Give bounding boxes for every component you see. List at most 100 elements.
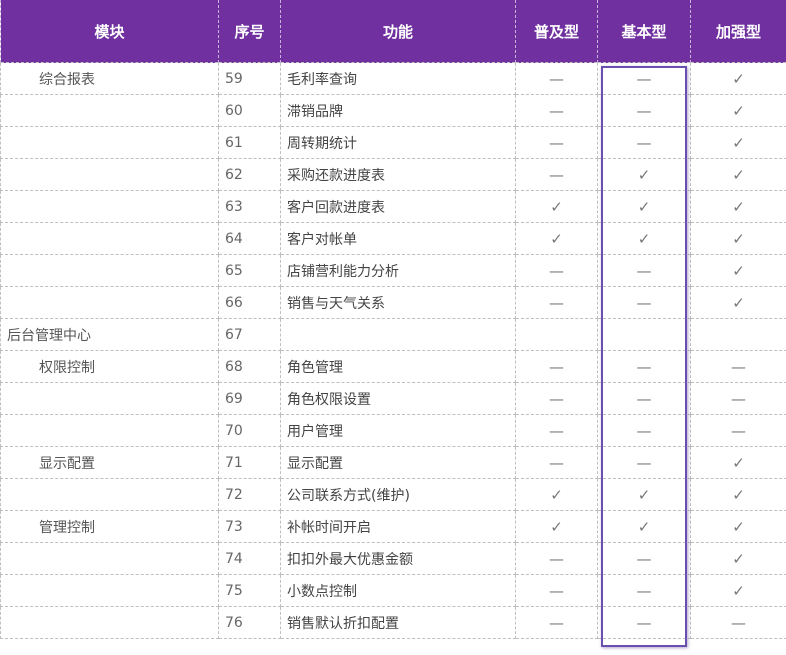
number-cell: 67 — [218, 318, 281, 351]
header-row: 模块 序号 功能 普及型 基本型 加强型 — [0, 0, 786, 63]
number-cell: 63 — [218, 190, 281, 223]
table-row: 66 销售与天气关系 — — ✓ — [0, 286, 786, 319]
function-cell: 扣扣外最大优惠金额 — [280, 542, 516, 575]
header-function: 功能 — [280, 0, 516, 63]
table-row: 76 销售默认折扣配置 — — — — [0, 606, 786, 639]
table-row: 70 用户管理 — — — — [0, 414, 786, 447]
number-cell: 61 — [218, 126, 281, 159]
module-cell — [0, 574, 219, 607]
popular-mark-cell: — — [515, 286, 598, 319]
table-row: 65 店铺营利能力分析 — — ✓ — [0, 254, 786, 287]
enhanced-mark-cell: — — [690, 382, 786, 415]
table-row: 权限控制 68 角色管理 — — — — [0, 350, 786, 383]
popular-mark-cell: — — [515, 382, 598, 415]
basic-mark-cell: ✓ — [597, 190, 691, 223]
basic-mark-cell: — — [597, 542, 691, 575]
table-row: 64 客户对帐单 ✓ ✓ ✓ — [0, 222, 786, 255]
module-cell — [0, 254, 219, 287]
popular-mark-cell: ✓ — [515, 222, 598, 255]
module-cell: 权限控制 — [0, 350, 219, 383]
number-cell: 62 — [218, 158, 281, 191]
number-cell: 68 — [218, 350, 281, 383]
enhanced-mark-cell: — — [690, 414, 786, 447]
enhanced-mark-cell: ✓ — [690, 158, 786, 191]
module-cell: 显示配置 — [0, 446, 219, 479]
basic-mark-cell: — — [597, 62, 691, 95]
basic-mark-cell: — — [597, 446, 691, 479]
module-cell — [0, 126, 219, 159]
basic-mark-cell: — — [597, 126, 691, 159]
basic-mark-cell: — — [597, 254, 691, 287]
function-cell: 公司联系方式(维护) — [280, 478, 516, 511]
function-cell: 显示配置 — [280, 446, 516, 479]
popular-mark-cell: — — [515, 542, 598, 575]
basic-mark-cell — [597, 318, 691, 351]
number-cell: 59 — [218, 62, 281, 95]
table-row: 后台管理中心 67 — [0, 318, 786, 351]
table-row: 显示配置 71 显示配置 — — ✓ — [0, 446, 786, 479]
table-row: 综合报表 59 毛利率查询 — — ✓ — [0, 62, 786, 95]
enhanced-mark-cell: ✓ — [690, 446, 786, 479]
function-cell: 角色权限设置 — [280, 382, 516, 415]
number-cell: 75 — [218, 574, 281, 607]
table-row: 69 角色权限设置 — — — — [0, 382, 786, 415]
popular-mark-cell: ✓ — [515, 510, 598, 543]
module-cell — [0, 158, 219, 191]
basic-mark-cell: ✓ — [597, 510, 691, 543]
basic-mark-cell: — — [597, 414, 691, 447]
number-cell: 64 — [218, 222, 281, 255]
popular-mark-cell — [515, 318, 598, 351]
popular-mark-cell: — — [515, 62, 598, 95]
enhanced-mark-cell: ✓ — [690, 542, 786, 575]
basic-mark-cell: — — [597, 606, 691, 639]
header-module: 模块 — [0, 0, 219, 63]
number-cell: 72 — [218, 478, 281, 511]
module-cell — [0, 286, 219, 319]
enhanced-mark-cell: ✓ — [690, 126, 786, 159]
enhanced-mark-cell: — — [690, 350, 786, 383]
enhanced-mark-cell: ✓ — [690, 94, 786, 127]
enhanced-mark-cell: — — [690, 606, 786, 639]
number-cell: 60 — [218, 94, 281, 127]
function-cell: 客户对帐单 — [280, 222, 516, 255]
function-cell: 客户回款进度表 — [280, 190, 516, 223]
function-cell: 采购还款进度表 — [280, 158, 516, 191]
popular-mark-cell: — — [515, 158, 598, 191]
enhanced-mark-cell: ✓ — [690, 510, 786, 543]
header-enhanced: 加强型 — [690, 0, 786, 63]
popular-mark-cell: — — [515, 446, 598, 479]
module-cell — [0, 414, 219, 447]
enhanced-mark-cell: ✓ — [690, 286, 786, 319]
module-cell — [0, 222, 219, 255]
enhanced-mark-cell — [690, 318, 786, 351]
basic-mark-cell: — — [597, 286, 691, 319]
table-body: 综合报表 59 毛利率查询 — — ✓ 60 滞销品牌 — — ✓ 61 周转期统计 — — ✓ 62 采购还款进… — [0, 62, 786, 639]
table-row: 60 滞销品牌 — — ✓ — [0, 94, 786, 127]
module-cell: 后台管理中心 — [0, 318, 219, 351]
table-row: 管理控制 73 补帐时间开启 ✓ ✓ ✓ — [0, 510, 786, 543]
header-number: 序号 — [218, 0, 281, 63]
number-cell: 69 — [218, 382, 281, 415]
module-cell — [0, 478, 219, 511]
module-cell — [0, 94, 219, 127]
number-cell: 73 — [218, 510, 281, 543]
module-cell — [0, 542, 219, 575]
table-row: 62 采购还款进度表 — ✓ ✓ — [0, 158, 786, 191]
number-cell: 70 — [218, 414, 281, 447]
module-cell — [0, 606, 219, 639]
module-cell: 管理控制 — [0, 510, 219, 543]
enhanced-mark-cell: ✓ — [690, 190, 786, 223]
function-cell: 补帐时间开启 — [280, 510, 516, 543]
function-cell — [280, 318, 516, 351]
function-cell: 滞销品牌 — [280, 94, 516, 127]
popular-mark-cell: — — [515, 126, 598, 159]
basic-mark-cell: ✓ — [597, 158, 691, 191]
table-row: 75 小数点控制 — — ✓ — [0, 574, 786, 607]
number-cell: 71 — [218, 446, 281, 479]
enhanced-mark-cell: ✓ — [690, 222, 786, 255]
popular-mark-cell: — — [515, 94, 598, 127]
enhanced-mark-cell: ✓ — [690, 254, 786, 287]
basic-mark-cell: ✓ — [597, 478, 691, 511]
enhanced-mark-cell: ✓ — [690, 62, 786, 95]
feature-comparison-table: 模块 序号 功能 普及型 基本型 加强型 综合报表 59 毛利率查询 — — ✓ 60 滞销品… — [0, 0, 786, 639]
